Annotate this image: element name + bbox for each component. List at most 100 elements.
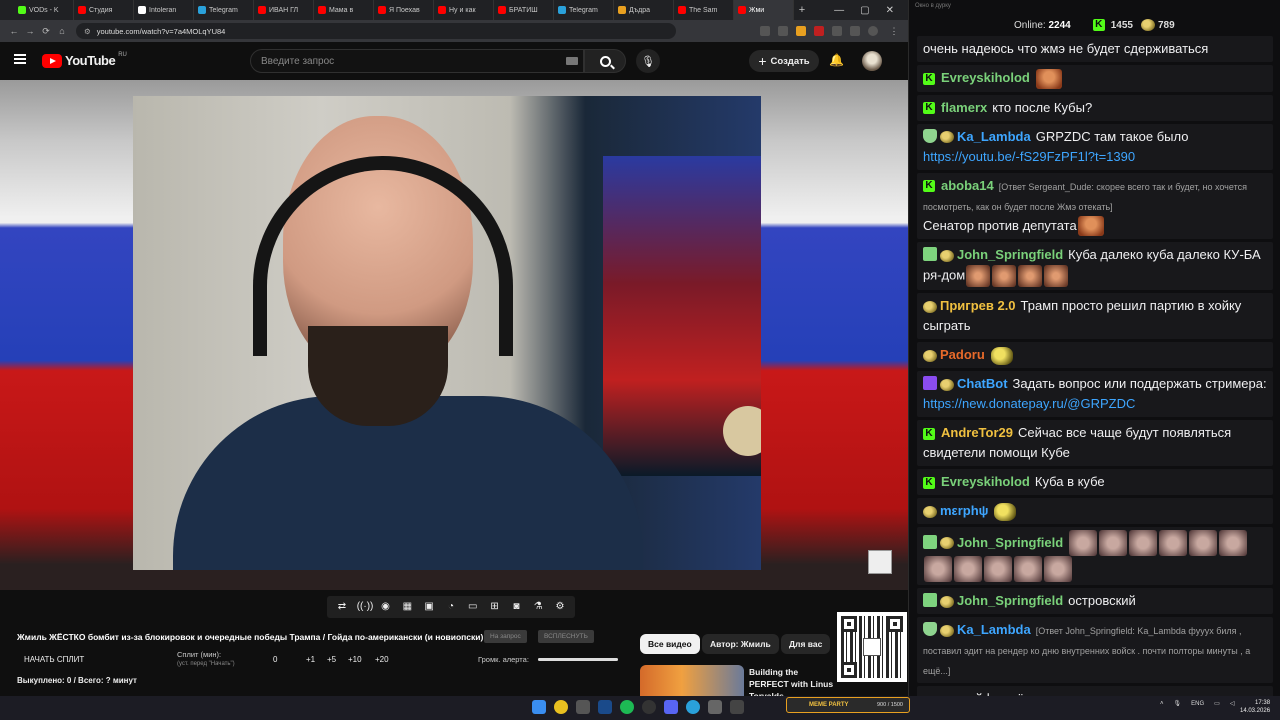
search-input[interactable]: Введите запрос — [250, 49, 584, 73]
request-button[interactable]: На запрос — [484, 630, 527, 643]
browser-tab[interactable]: Дъдра — [614, 0, 674, 20]
filter-chip-all[interactable]: Все видео — [640, 634, 700, 654]
chat-username[interactable]: flamerx — [941, 100, 987, 115]
split-add-20-button[interactable]: +20 — [375, 655, 389, 664]
cinema-icon[interactable]: ▭ — [466, 601, 480, 613]
tray-volume-icon[interactable]: ◁ — [1230, 700, 1235, 707]
discord-icon[interactable] — [664, 700, 678, 714]
spotify-icon[interactable] — [620, 700, 634, 714]
browser-tab[interactable]: Студия — [74, 0, 134, 20]
app-icon[interactable] — [708, 700, 722, 714]
add-frame-icon[interactable]: ⊞ — [488, 601, 502, 613]
extension-icon[interactable] — [760, 26, 770, 36]
new-tab-button[interactable]: + — [794, 4, 810, 16]
pip-icon[interactable]: ▣ — [422, 601, 436, 613]
voice-search-button[interactable]: 🎙 — [636, 49, 660, 73]
profile-icon[interactable] — [868, 26, 878, 36]
browser-tab[interactable]: Жми — [734, 0, 794, 20]
chat-username[interactable]: John_Springfield — [957, 535, 1063, 550]
recommended-thumbnail[interactable] — [640, 665, 744, 696]
browser-tab[interactable]: The Sam — [674, 0, 734, 20]
browser-tab[interactable]: Я Поехав — [374, 0, 434, 20]
steam-icon[interactable] — [598, 700, 612, 714]
chat-username[interactable]: mεrphψ — [940, 503, 988, 518]
browser-tab[interactable]: Ну и как — [434, 0, 494, 20]
filter-chip-for-you[interactable]: Для вас — [781, 634, 831, 654]
chrome-icon[interactable] — [554, 700, 568, 714]
maximize-icon[interactable]: ▢ — [860, 5, 869, 16]
chat-username[interactable]: John_Springfield — [957, 247, 1063, 262]
chat-username[interactable]: Evreyskiholod — [941, 474, 1030, 489]
close-icon[interactable]: ✕ — [886, 5, 894, 16]
notifications-bell-icon[interactable]: 🔔 — [829, 53, 844, 67]
clock[interactable]: 17:38 14.03.2026 — [1240, 699, 1270, 715]
menu-icon[interactable]: ⋮ — [886, 26, 902, 37]
start-split-button[interactable]: НАЧАТЬ СПЛИТ — [24, 655, 84, 664]
split-add-5-button[interactable]: +5 — [327, 655, 336, 664]
tray-network-icon[interactable]: ▭ — [1214, 700, 1220, 707]
start-icon[interactable] — [532, 700, 546, 714]
chat-messages[interactable]: очень надеюсь что жмэ не будет сдерживат… — [917, 36, 1273, 696]
hamburger-menu-icon[interactable] — [14, 54, 26, 64]
forward-icon[interactable]: → — [22, 26, 38, 36]
home-icon[interactable]: ⌂ — [54, 26, 70, 36]
youtube-logo[interactable]: YouTube RU — [42, 52, 127, 68]
back-icon[interactable]: ← — [6, 26, 22, 36]
browser-tab[interactable]: Telegram — [554, 0, 614, 20]
keyboard-icon[interactable] — [566, 57, 578, 65]
clapper-icon[interactable]: ▦ — [400, 601, 414, 613]
watch-icon[interactable]: ◉ — [379, 601, 393, 613]
chat-username[interactable]: Ka_Lambda — [957, 622, 1031, 637]
account-avatar[interactable] — [862, 51, 882, 71]
app-icon[interactable] — [576, 700, 590, 714]
chat-username[interactable]: Padoru — [940, 347, 985, 362]
video-player[interactable] — [0, 80, 908, 590]
tray-input-lang[interactable]: ENG — [1191, 701, 1204, 707]
browser-tab[interactable]: VODs - K — [14, 0, 74, 20]
chat-username[interactable]: Evreyskiholod — [941, 70, 1030, 85]
settings-gear-icon[interactable]: ⚙ — [553, 601, 567, 613]
downloads-icon[interactable] — [850, 26, 860, 36]
tray-mic-icon[interactable]: 🎙 — [1174, 700, 1182, 707]
clock-date: 14.03.2026 — [1240, 708, 1271, 714]
split-add-10-button[interactable]: +10 — [348, 655, 362, 664]
repeat-icon[interactable]: ⇄ — [335, 601, 349, 613]
browser-tab[interactable]: БРАТИШ — [494, 0, 554, 20]
broadcast-icon[interactable]: ((·)) — [357, 601, 374, 613]
alert-volume-slider[interactable] — [538, 658, 618, 661]
chat-username[interactable]: AndreTor29 — [941, 425, 1013, 440]
extension-icon[interactable] — [796, 26, 806, 36]
browser-tab[interactable]: Мама в — [314, 0, 374, 20]
extension-icon[interactable] — [832, 26, 842, 36]
chat-username[interactable]: Пригрев 2.0 — [940, 298, 1016, 313]
meme-party-widget[interactable]: MEME PARTY 900 / 1500 — [786, 697, 910, 713]
chat-link[interactable]: https://new.donatepay.ru/@GRPZDC — [923, 396, 1135, 411]
chat-username[interactable]: Ka_Lambda — [957, 129, 1031, 144]
minimize-icon[interactable]: — — [834, 5, 844, 16]
search-button[interactable] — [584, 49, 626, 73]
browser-tab[interactable]: Telegram — [194, 0, 254, 20]
url-field[interactable]: ⚙ youtube.com/watch?v=7a4MOLqYU84 — [76, 23, 676, 39]
lab-icon[interactable]: ⚗ — [531, 601, 545, 613]
telegram-icon[interactable] — [686, 700, 700, 714]
browser-tab[interactable]: ИВАН ГЛ — [254, 0, 314, 20]
chat-link[interactable]: https://youtu.be/-fS29FzPF1l?t=1390 — [923, 149, 1135, 164]
extension-icon[interactable] — [814, 26, 824, 36]
speed-icon[interactable]: ◔ — [444, 601, 458, 613]
app-icon[interactable] — [730, 700, 744, 714]
browser-tab[interactable]: Intoleran — [134, 0, 194, 20]
obs-icon[interactable] — [642, 700, 656, 714]
chat-username[interactable]: John_Springfield — [957, 593, 1063, 608]
reload-icon[interactable]: ⟳ — [38, 26, 54, 37]
chat-username[interactable]: ChatBot — [957, 376, 1008, 391]
split-add-1-button[interactable]: +1 — [306, 655, 315, 664]
extension-icon[interactable] — [778, 26, 788, 36]
create-button[interactable]: + Создать — [749, 50, 819, 72]
filter-chip-author[interactable]: Автор: Жмиль — [702, 634, 779, 654]
site-info-icon[interactable]: ⚙ — [84, 27, 91, 36]
chat-username[interactable]: aboba14 — [941, 178, 994, 193]
channel-watermark[interactable] — [868, 550, 892, 574]
tray-chevron-icon[interactable]: ˄ — [1160, 701, 1164, 707]
splash-button[interactable]: ВСПЛЕСНУТЬ — [538, 630, 594, 643]
screenshot-icon[interactable]: ◙ — [509, 601, 523, 613]
